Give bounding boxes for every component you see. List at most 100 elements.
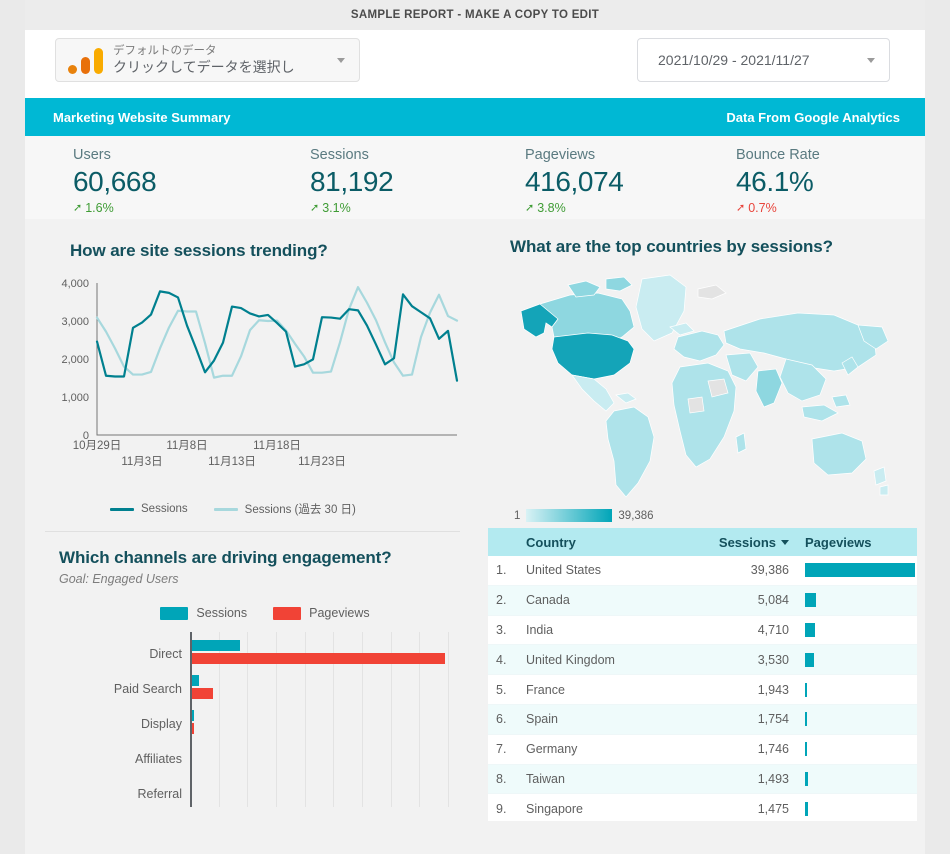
report-body: How are site sessions trending? 0 1,000 2,…	[25, 219, 925, 854]
svg-text:3,000: 3,000	[61, 316, 89, 328]
table-row[interactable]: 2. Canada 5,084	[488, 585, 917, 616]
cell-pageviews-bar	[795, 622, 917, 637]
channel-bar-chart[interactable]: Direct Paid Search Display Affiliates Referr…	[45, 632, 460, 807]
cell-sessions: 1,475	[757, 801, 789, 816]
table-row[interactable]: 1. United States 39,386	[488, 556, 917, 586]
pageviews-bar	[805, 712, 808, 727]
legend-label: Sessions	[141, 503, 188, 515]
column-header-sessions-label: Sessions	[718, 534, 776, 550]
cell-country: United Kingdom	[526, 652, 615, 667]
card-title: Which channels are driving engagement?	[59, 548, 392, 567]
cell-rank: 1.	[496, 563, 507, 578]
table-row[interactable]: 9. Singapore 1,475	[488, 794, 917, 821]
bar-chart-bar[interactable]	[192, 688, 213, 699]
cell-country: India	[526, 622, 554, 637]
column-header-pageviews[interactable]: Pageviews	[795, 535, 917, 550]
datasource-value: クリックしてデータを選択し	[113, 58, 295, 75]
line-chart-svg: 01,0002,0003,0004,00010月29日11月3日11月8日11月…	[61, 278, 459, 468]
bar-chart-bar[interactable]	[192, 653, 445, 664]
svg-text:11月13日: 11月13日	[208, 456, 256, 468]
cell-rank: 9.	[496, 801, 507, 816]
bar-chart-bar[interactable]	[192, 723, 195, 734]
date-range-value: 2021/10/29 - 2021/11/27	[658, 52, 810, 68]
cell-rank: 4.	[496, 652, 507, 667]
kpi-delta: ➚ 0.7%	[736, 200, 925, 216]
map-legend-max: 39,386	[618, 509, 654, 522]
cell-rank: 5.	[496, 682, 507, 697]
channel-engagement-card: Which channels are driving engagement? G…	[25, 532, 480, 807]
pageviews-bar	[805, 563, 915, 578]
bar-chart-bar[interactable]	[192, 640, 240, 651]
cell-pageviews-bar	[795, 801, 917, 816]
sample-report-banner: SAMPLE REPORT - MAKE A COPY TO EDIT	[25, 0, 925, 30]
map-legend-min: 1	[514, 509, 521, 522]
report-toolbar: デフォルトのデータ クリックしてデータを選択し 2021/10/29 - 202…	[25, 30, 925, 98]
cell-sessions: 1,746	[757, 742, 789, 757]
bar-chart-bar[interactable]	[192, 675, 200, 686]
report-header-bar: Marketing Website Summary Data From Goog…	[25, 98, 925, 136]
map-legend: 1 39,386	[514, 509, 654, 522]
cell-sessions: 39,386	[750, 563, 789, 578]
svg-text:11月18日: 11月18日	[253, 440, 301, 452]
cell-country: Singapore	[526, 801, 583, 816]
cell-pageviews-bar	[795, 742, 917, 757]
card-subtitle: Goal: Engaged Users	[59, 572, 179, 586]
kpi-card-sessions[interactable]: Sessions 81,192 ➚ 3.1%	[262, 146, 499, 219]
pageviews-bar	[805, 593, 816, 608]
date-range-picker[interactable]: 2021/10/29 - 2021/11/27	[637, 38, 890, 82]
kpi-delta-value: 3.8%	[537, 201, 566, 215]
legend-swatch	[110, 507, 134, 511]
sessions-line-chart[interactable]: 0 1,000 2,000 3,000 4,000 10月29日 11月3日 11月8日 11月…	[45, 275, 460, 495]
cell-country: United States	[526, 563, 602, 578]
kpi-card-pageviews[interactable]: Pageviews 416,074 ➚ 3.8%	[499, 146, 714, 219]
table-row[interactable]: 5. France 1,943	[488, 675, 917, 705]
legend-item-sessions-prev[interactable]: Sessions (過去 30 日)	[213, 501, 356, 517]
chevron-down-icon	[867, 57, 875, 63]
table-body: 1. United States 39,386 2. Canada 5,084 3. Indi…	[488, 556, 917, 821]
cell-pageviews-bar	[795, 593, 917, 608]
bar-chart-bar[interactable]	[192, 710, 194, 721]
sample-report-banner-text: SAMPLE REPORT - MAKE A COPY TO EDIT	[350, 9, 600, 21]
datasource-picker[interactable]: デフォルトのデータ クリックしてデータを選択し	[55, 38, 360, 82]
legend-item-sessions[interactable]: Sessions	[110, 503, 188, 515]
kpi-card-bounce-rate[interactable]: Bounce Rate 46.1% ➚ 0.7%	[714, 146, 925, 219]
report-title: Marketing Website Summary	[53, 109, 231, 125]
kpi-delta: ➚ 3.1%	[310, 200, 499, 216]
legend-label: Sessions (過去 30 日)	[244, 504, 356, 516]
kpi-delta: ➚ 3.8%	[525, 200, 714, 216]
cell-pageviews-bar	[795, 712, 917, 727]
kpi-delta-value: 1.6%	[85, 201, 114, 215]
column-header-sessions[interactable]: Sessions	[693, 535, 795, 550]
kpi-label: Bounce Rate	[736, 147, 820, 163]
bar-chart-category-label: Direct	[149, 647, 182, 661]
cell-rank: 7.	[496, 742, 507, 757]
svg-text:11月8日: 11月8日	[166, 440, 207, 452]
kpi-card-users[interactable]: Users 60,668 ➚ 1.6%	[25, 146, 262, 219]
table-row[interactable]: 8. Taiwan 1,493	[488, 764, 917, 795]
legend-swatch	[160, 606, 189, 620]
cell-rank: 3.	[496, 622, 507, 637]
column-header-country[interactable]: Country	[526, 535, 693, 550]
cell-pageviews-bar	[795, 563, 917, 578]
kpi-value: 46.1%	[736, 166, 814, 197]
bar-chart-legend: Sessions Pageviews	[45, 606, 460, 620]
pageviews-bar	[805, 742, 808, 757]
report-data-source-note: Data From Google Analytics	[726, 109, 900, 125]
cell-sessions: 4,710	[757, 622, 789, 637]
kpi-label: Pageviews	[525, 147, 596, 163]
line-chart-legend: Sessions Sessions (過去 30 日)	[110, 501, 460, 517]
legend-item-pageviews[interactable]: Pageviews	[273, 606, 370, 620]
table-row[interactable]: 6. Spain 1,754	[488, 704, 917, 735]
table-row[interactable]: 4. United Kingdom 3,530	[488, 645, 917, 676]
cell-rank: 2.	[496, 593, 507, 608]
table-row[interactable]: 7. Germany 1,746	[488, 735, 917, 765]
kpi-value: 81,192	[310, 166, 394, 197]
kpi-delta: ➚ 1.6%	[73, 200, 262, 216]
cell-country: Spain	[526, 712, 558, 727]
arrow-up-icon: ➚	[525, 201, 535, 214]
table-row[interactable]: 3. India 4,710	[488, 616, 917, 646]
pageviews-bar	[805, 652, 814, 667]
world-map[interactable]: .land{fill:#aee3ea;stroke:#ffffff;stroke…	[502, 271, 905, 522]
bar-chart-category-label: Paid Search	[113, 682, 182, 696]
legend-item-sessions[interactable]: Sessions	[160, 606, 247, 620]
